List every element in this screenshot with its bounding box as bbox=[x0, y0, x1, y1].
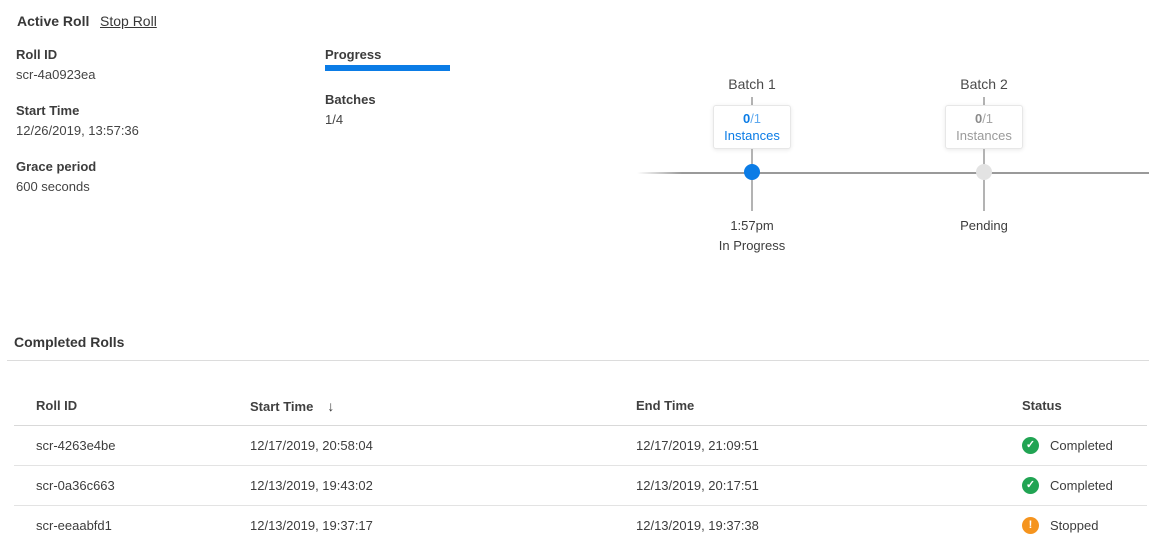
batch-2-tick-bottom bbox=[983, 179, 985, 211]
batch-1-tick-top bbox=[751, 97, 753, 105]
roll-id-field: Roll ID scr-4a0923ea bbox=[16, 47, 139, 83]
status-completed-icon bbox=[1022, 477, 1039, 494]
batch-2-instance-count: 0/1 bbox=[975, 110, 993, 127]
grace-period-value: 600 seconds bbox=[16, 179, 139, 195]
batch-1-name: Batch 1 bbox=[728, 75, 775, 93]
batch-2-name: Batch 2 bbox=[960, 75, 1007, 93]
start-time-label: Start Time bbox=[16, 103, 139, 119]
status-stopped-icon bbox=[1022, 517, 1039, 534]
grace-period-field: Grace period 600 seconds bbox=[16, 159, 139, 195]
active-roll-details: Roll ID scr-4a0923ea Start Time 12/26/20… bbox=[16, 47, 139, 215]
batch-1-instances-card[interactable]: 0/1 Instances bbox=[713, 105, 791, 149]
batch-2-instances-label: Instances bbox=[956, 127, 1012, 144]
start-time-field: Start Time 12/26/2019, 13:57:36 bbox=[16, 103, 139, 139]
section-divider bbox=[7, 360, 1149, 361]
batch-1-instances-label: Instances bbox=[724, 127, 780, 144]
completed-rolls-title: Completed Rolls bbox=[14, 334, 124, 350]
batch-2-instances-card[interactable]: 0/1 Instances bbox=[945, 105, 1023, 149]
completed-rolls-header-row: Roll ID Start Time↓ End Time Status bbox=[14, 386, 1147, 426]
status-label: Stopped bbox=[1050, 518, 1098, 533]
roll-management-page: Active Roll Stop Roll Roll ID scr-4a0923… bbox=[0, 0, 1149, 545]
cell-start-time: 12/17/2019, 20:58:04 bbox=[250, 438, 636, 453]
batch-2-tick-mid bbox=[983, 149, 985, 165]
column-header-status: Status bbox=[1022, 398, 1147, 413]
timeline-batch-2: Batch 2 0/1 Instances Pending bbox=[904, 75, 1064, 237]
progress-bar bbox=[325, 65, 450, 71]
batch-2-timeline-dot bbox=[976, 164, 992, 180]
cell-end-time: 12/13/2019, 19:37:38 bbox=[636, 518, 1022, 533]
column-header-roll-id: Roll ID bbox=[14, 398, 250, 413]
table-row: scr-4263e4be 12/17/2019, 20:58:04 12/17/… bbox=[14, 426, 1147, 466]
status-completed-icon bbox=[1022, 437, 1039, 454]
roll-id-label: Roll ID bbox=[16, 47, 139, 63]
cell-status: Stopped bbox=[1022, 517, 1147, 534]
column-header-end-time: End Time bbox=[636, 398, 1022, 413]
progress-label: Progress bbox=[325, 47, 455, 63]
column-header-start-time[interactable]: Start Time↓ bbox=[250, 398, 636, 414]
batch-1-tick-bottom bbox=[751, 179, 753, 211]
batch-2-time: Pending bbox=[960, 217, 1008, 235]
batches-label: Batches bbox=[325, 92, 455, 108]
batch-1-timeline-dot bbox=[744, 164, 760, 180]
stop-roll-link[interactable]: Stop Roll bbox=[100, 13, 157, 29]
cell-start-time: 12/13/2019, 19:43:02 bbox=[250, 478, 636, 493]
cell-status: Completed bbox=[1022, 477, 1147, 494]
cell-roll-id: scr-0a36c663 bbox=[14, 478, 250, 493]
cell-roll-id: scr-4263e4be bbox=[14, 438, 250, 453]
active-roll-title: Active Roll bbox=[17, 13, 89, 29]
timeline-batch-1: Batch 1 0/1 Instances 1:57pm In Progress bbox=[672, 75, 832, 255]
batch-1-status: In Progress bbox=[719, 237, 785, 255]
start-time-value: 12/26/2019, 13:57:36 bbox=[16, 123, 139, 139]
sort-descending-icon[interactable]: ↓ bbox=[327, 398, 334, 414]
batch-1-instance-count: 0/1 bbox=[743, 110, 761, 127]
cell-status: Completed bbox=[1022, 437, 1147, 454]
batch-1-tick-mid bbox=[751, 149, 753, 165]
grace-period-label: Grace period bbox=[16, 159, 139, 175]
cell-end-time: 12/13/2019, 20:17:51 bbox=[636, 478, 1022, 493]
batch-2-tick-top bbox=[983, 97, 985, 105]
cell-end-time: 12/17/2019, 21:09:51 bbox=[636, 438, 1022, 453]
roll-id-value: scr-4a0923ea bbox=[16, 67, 139, 83]
batches-value: 1/4 bbox=[325, 112, 455, 128]
cell-roll-id: scr-eeaabfd1 bbox=[14, 518, 250, 533]
batch-1-time: 1:57pm bbox=[730, 217, 773, 235]
cell-start-time: 12/13/2019, 19:37:17 bbox=[250, 518, 636, 533]
status-label: Completed bbox=[1050, 438, 1113, 453]
table-row: scr-eeaabfd1 12/13/2019, 19:37:17 12/13/… bbox=[14, 506, 1147, 545]
status-label: Completed bbox=[1050, 478, 1113, 493]
table-row: scr-0a36c663 12/13/2019, 19:43:02 12/13/… bbox=[14, 466, 1147, 506]
progress-bar-fill bbox=[325, 65, 450, 71]
progress-section: Progress Batches 1/4 bbox=[325, 47, 455, 128]
